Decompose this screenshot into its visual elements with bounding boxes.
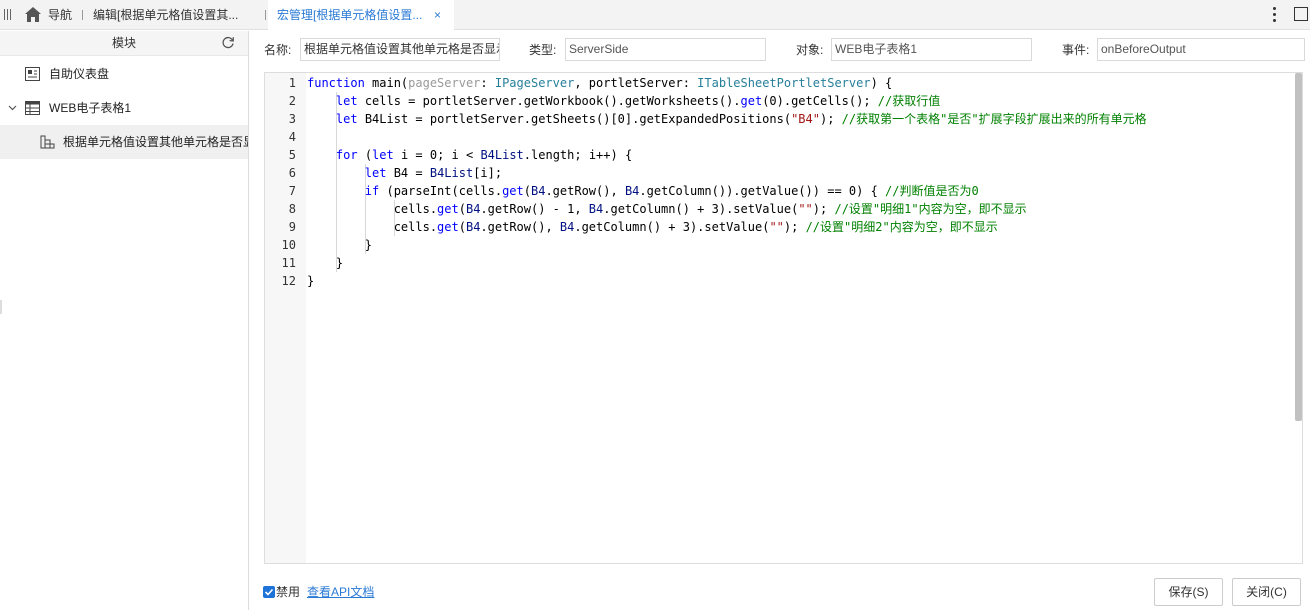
chevron-down-icon[interactable]: [8, 103, 17, 112]
code-line: function main(pageServer: IPageServer, p…: [307, 76, 893, 90]
code-line: cells.get(B4.getRow() - 1, B4.getColumn(…: [307, 202, 1027, 216]
line-number: 2: [288, 94, 296, 108]
close-icon[interactable]: ×: [434, 0, 441, 30]
event-label: 事件:: [1062, 43, 1090, 57]
home-icon[interactable]: [25, 7, 41, 22]
line-number: 9: [288, 220, 296, 234]
line-number: 7: [288, 184, 296, 198]
sidebar-item-web-spreadsheet[interactable]: WEB电子表格1: [0, 91, 248, 125]
refresh-icon[interactable]: [221, 36, 235, 50]
checkmark-icon: [264, 588, 274, 596]
dashboard-icon: [25, 67, 40, 81]
event-field: onBeforeOutput: [1097, 38, 1305, 61]
tab-navigation[interactable]: 导航: [48, 0, 72, 30]
menu-icon[interactable]: [4, 9, 12, 21]
disable-checkbox[interactable]: [263, 586, 275, 598]
line-number: 1: [288, 76, 296, 90]
macro-icon: [40, 135, 55, 149]
code-line: let B4List = portletServer.getSheets()[0…: [335, 112, 1147, 126]
line-number-gutter: 1 2 3 4 5 6 7 8 9 10 11 12: [265, 73, 306, 563]
resize-handle[interactable]: [0, 300, 2, 314]
sidebar-item-label: 自助仪表盘: [49, 67, 110, 81]
disable-label: 禁用: [276, 585, 301, 599]
code-line: let B4 = B4List[i];: [364, 166, 503, 180]
module-sidebar: 模块 自助仪表盘 WEB电子表格1 根据单元格值设置其他单元格是否显: [0, 31, 249, 610]
name-label: 名称:: [264, 43, 292, 57]
line-number: 6: [288, 166, 296, 180]
code-line: }: [307, 256, 344, 270]
object-label: 对象:: [796, 43, 824, 57]
object-field: WEB电子表格1: [831, 38, 1032, 61]
line-number: 4: [288, 130, 296, 144]
code-line: let cells = portletServer.getWorkbook().…: [335, 94, 941, 108]
sidebar-header: 模块: [0, 31, 248, 56]
maximize-icon[interactable]: [1294, 7, 1308, 21]
tab-separator: [82, 10, 83, 20]
sidebar-item-dashboard[interactable]: 自助仪表盘: [0, 57, 248, 91]
type-label: 类型:: [529, 43, 557, 57]
tab-separator: [265, 10, 266, 20]
close-button[interactable]: 关闭(C): [1232, 578, 1301, 606]
tab-macro-label: 宏管理[根据单元格值设置...: [277, 8, 423, 22]
line-number: 5: [288, 148, 296, 162]
line-number: 12: [281, 274, 296, 288]
code-line: for (let i = 0; i < B4List.length; i++) …: [335, 148, 633, 162]
code-line: }: [307, 238, 373, 252]
tab-macro-manager[interactable]: 宏管理[根据单元格值设置...: [268, 0, 454, 31]
code-line: if (parseInt(cells.get(B4.getRow(), B4.g…: [364, 184, 979, 198]
code-line: }: [307, 274, 315, 288]
sidebar-item-macro[interactable]: 根据单元格值设置其他单元格是否显: [0, 125, 248, 159]
editor-scrollbar[interactable]: [1295, 73, 1302, 421]
sidebar-item-label: 根据单元格值设置其他单元格是否显: [63, 135, 248, 149]
line-number: 8: [288, 202, 296, 216]
save-button[interactable]: 保存(S): [1154, 578, 1223, 606]
tab-edit[interactable]: 编辑[根据单元格值设置其...: [93, 0, 238, 30]
api-docs-link[interactable]: 查看API文档: [307, 584, 374, 600]
sidebar-item-label: WEB电子表格1: [49, 101, 132, 115]
code-editor[interactable]: 1 2 3 4 5 6 7 8 9 10 11 12 function main…: [264, 72, 1303, 564]
line-number: 10: [281, 238, 296, 252]
line-number: 3: [288, 112, 296, 126]
tab-bar: 导航 编辑[根据单元格值设置其... 宏管理[根据单元格值设置... ×: [0, 0, 1310, 31]
more-options-icon[interactable]: [1270, 6, 1278, 24]
spreadsheet-icon: [25, 101, 40, 115]
sidebar-title: 模块: [111, 36, 136, 50]
line-number: 11: [281, 256, 296, 270]
type-field: ServerSide: [565, 38, 766, 61]
code-line: cells.get(B4.getRow(), B4.getColumn() + …: [307, 220, 998, 234]
name-field[interactable]: 根据单元格值设置其他单元格是否显示: [300, 38, 500, 61]
